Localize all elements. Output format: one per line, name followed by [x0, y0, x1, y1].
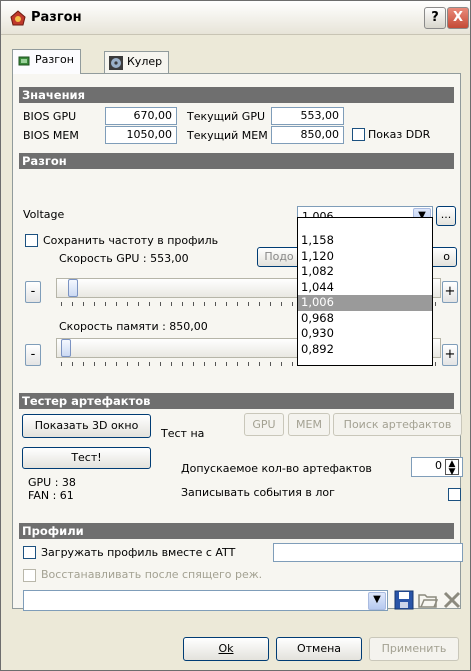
- bios-gpu-label: BIOS GPU: [23, 110, 77, 123]
- test-mem-button[interactable]: MEM: [288, 413, 330, 436]
- show-3d-button[interactable]: Показать 3D окно: [22, 414, 151, 438]
- artifacts-header: Тестер артефактов: [19, 393, 454, 409]
- bios-mem-field[interactable]: 1050,00: [105, 126, 177, 144]
- profile-combo[interactable]: ▼: [23, 590, 388, 611]
- app-icon: [10, 10, 26, 26]
- load-profile-checkbox[interactable]: [23, 546, 36, 559]
- tab-cooler[interactable]: Кулер: [104, 51, 170, 73]
- window-title: Разгон: [31, 10, 82, 25]
- gpu-slider-thumb[interactable]: [68, 279, 78, 297]
- voltage-option[interactable]: 1,158: [298, 233, 432, 249]
- cancel-button[interactable]: Отмена: [276, 637, 362, 661]
- profiles-header: Профили: [19, 523, 454, 539]
- voltage-option[interactable]: 1,082: [298, 264, 432, 280]
- save-freq-checkbox[interactable]: [25, 234, 38, 247]
- test-button[interactable]: Тест!: [22, 447, 151, 469]
- gpu-speed-label: Скорость GPU : 553,00: [59, 252, 189, 265]
- test-gpu-button[interactable]: GPU: [244, 413, 284, 436]
- chevron-down-icon[interactable]: ▼: [368, 592, 386, 610]
- voltage-dropdown-list[interactable]: 1,158 1,120 1,082 1,044 1,006 0,968 0,93…: [297, 217, 433, 366]
- overclock-header: Разгон: [19, 153, 454, 169]
- spin-arrows-icon[interactable]: ▲ ▼: [445, 459, 459, 477]
- close-button[interactable]: X: [447, 7, 469, 29]
- save-freq-label: Сохранить частоту в профиль: [43, 234, 219, 247]
- values-header: Значения: [19, 87, 454, 103]
- title-bar[interactable]: Разгон ? X: [1, 1, 470, 35]
- att-path-field[interactable]: [273, 543, 463, 562]
- open-folder-icon[interactable]: [418, 590, 438, 610]
- load-profile-label: Загружать профиль вместе с ATT: [41, 546, 236, 559]
- restore-after-sleep-label: Восстанавливать после спящего реж.: [41, 568, 263, 581]
- test-on-label: Тест на: [161, 427, 205, 440]
- current-gpu-field[interactable]: 553,00: [271, 107, 344, 125]
- help-button[interactable]: ?: [424, 7, 446, 29]
- mem-plus-button[interactable]: +: [442, 344, 458, 366]
- voltage-option-selected[interactable]: 1,006: [298, 295, 432, 311]
- overclock-window: Разгон ? X Разгон Кулер Значения BIOS GP…: [0, 0, 471, 671]
- bios-gpu-field[interactable]: 670,00: [105, 107, 177, 125]
- tab-overclock[interactable]: Разгон: [12, 49, 81, 74]
- show-ddr-checkbox[interactable]: [352, 128, 365, 141]
- bios-mem-label: BIOS MEM: [23, 129, 79, 142]
- current-gpu-label: Текущий GPU: [187, 110, 266, 123]
- mem-slider-thumb[interactable]: [61, 339, 71, 357]
- log-events-checkbox[interactable]: [448, 488, 461, 501]
- mem-speed-label: Скорость памяти : 850,00: [59, 320, 208, 333]
- voltage-option[interactable]: 0,892: [298, 342, 432, 358]
- tab-overclock-label: Разгон: [35, 53, 74, 66]
- hidden-button-left[interactable]: Подо: [257, 247, 301, 267]
- gpu-plus-button[interactable]: +: [442, 281, 458, 303]
- apply-button[interactable]: Применить: [369, 637, 459, 661]
- tab-cooler-label: Кулер: [127, 55, 163, 68]
- gpu-temp-label: GPU : 38: [28, 476, 76, 489]
- voltage-more-button[interactable]: ...: [436, 206, 456, 226]
- ok-button[interactable]: Ok: [183, 637, 269, 661]
- voltage-option[interactable]: 1,120: [298, 249, 432, 265]
- mem-minus-button[interactable]: -: [25, 344, 41, 366]
- save-icon[interactable]: [394, 590, 414, 610]
- voltage-label: Voltage: [23, 208, 65, 221]
- gpu-minus-button[interactable]: -: [25, 281, 41, 303]
- fan-icon: [109, 56, 123, 70]
- restore-after-sleep-checkbox[interactable]: [23, 569, 36, 582]
- voltage-option[interactable]: 1,044: [298, 280, 432, 296]
- delete-icon[interactable]: [442, 590, 462, 610]
- voltage-option[interactable]: 0,968: [298, 311, 432, 327]
- allowed-artifacts-label: Допускаемое кол-во артефактов: [181, 462, 372, 475]
- chip-icon: [18, 56, 30, 66]
- current-mem-field[interactable]: 850,00: [271, 126, 344, 144]
- fan-label: FAN : 61: [28, 489, 74, 502]
- voltage-option[interactable]: 0,930: [298, 326, 432, 342]
- current-mem-label: Текущий MEM: [187, 129, 268, 142]
- search-artifacts-button[interactable]: Поиск артефактов: [333, 413, 462, 436]
- show-ddr-label: Показ DDR: [368, 128, 431, 141]
- log-events-label: Записывать события в лог: [181, 486, 335, 499]
